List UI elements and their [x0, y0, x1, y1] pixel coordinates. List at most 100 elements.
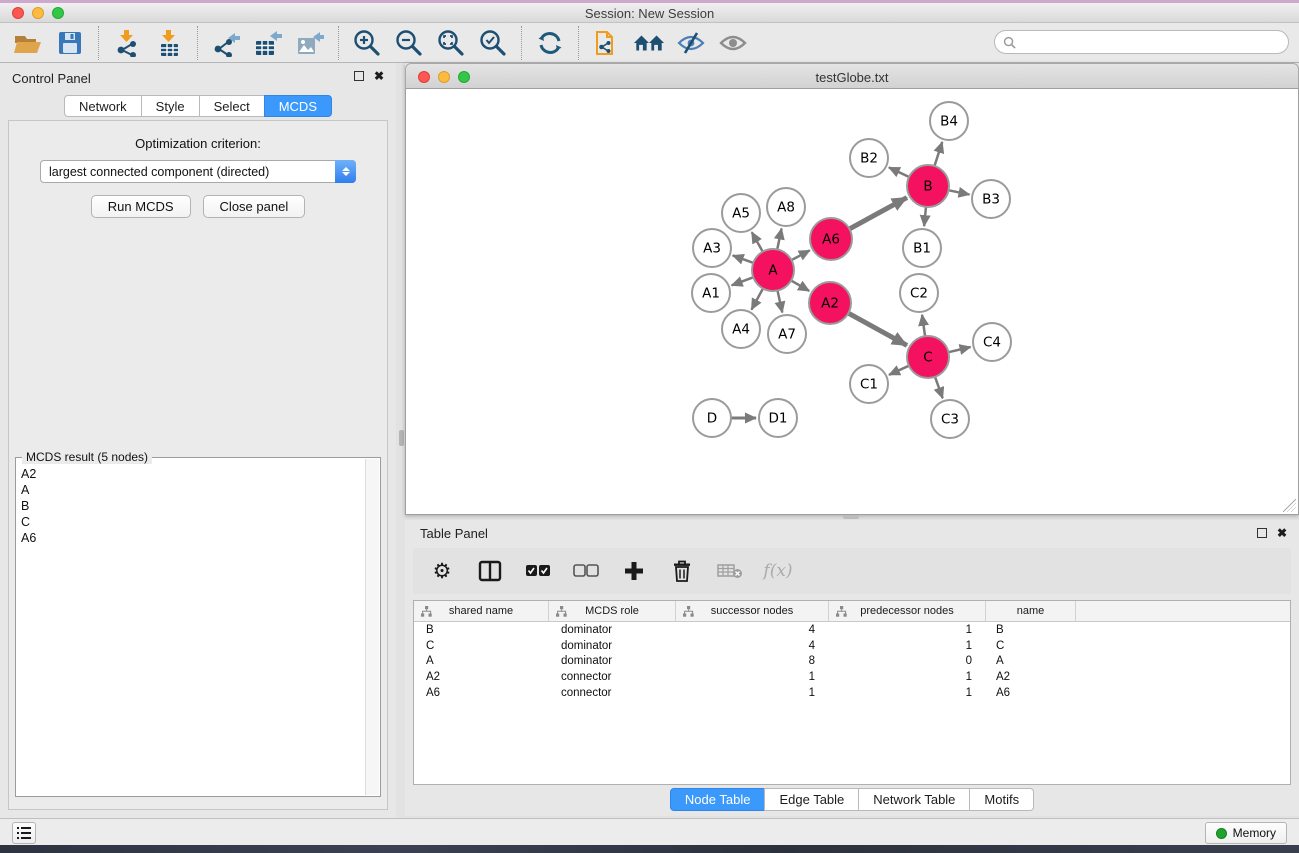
- graph-edge[interactable]: [947, 347, 970, 352]
- graph-edge[interactable]: [889, 365, 910, 375]
- tab-motifs[interactable]: Motifs: [969, 788, 1034, 811]
- import-table-button[interactable]: [153, 27, 185, 59]
- control-panel: Control Panel ✖ Network Style Select MCD…: [0, 63, 396, 818]
- list-item[interactable]: B: [21, 498, 365, 514]
- graph-edge[interactable]: [751, 288, 763, 310]
- column-header-shared-name[interactable]: shared name: [414, 601, 549, 621]
- network-window-titlebar[interactable]: testGlobe.txt: [405, 63, 1299, 89]
- graph-node-label: C4: [983, 335, 1001, 351]
- list-item[interactable]: A: [21, 482, 365, 498]
- graph-edge[interactable]: [777, 229, 782, 251]
- tab-network[interactable]: Network: [64, 95, 142, 117]
- network-file-icon: [593, 28, 621, 58]
- close-panel-button[interactable]: Close panel: [203, 195, 306, 218]
- result-scrollbar[interactable]: [365, 459, 379, 795]
- vertical-splitter-handle[interactable]: [399, 430, 404, 446]
- tab-select[interactable]: Select: [199, 95, 265, 117]
- main-titlebar: Session: New Session: [0, 3, 1299, 23]
- zoom-selected-button[interactable]: [477, 27, 509, 59]
- table-row[interactable]: A2 connector 1 1 A2: [414, 669, 1290, 685]
- open-session-button[interactable]: [12, 27, 44, 59]
- select-all-button[interactable]: [525, 558, 551, 584]
- graph-edge[interactable]: [889, 167, 910, 177]
- list-item[interactable]: A6: [21, 530, 365, 546]
- eye-icon: [718, 31, 748, 55]
- open-folder-icon: [13, 30, 43, 56]
- close-panel-icon[interactable]: ✖: [374, 71, 384, 81]
- tab-node-table[interactable]: Node Table: [670, 788, 766, 811]
- delete-table-button[interactable]: [717, 558, 743, 584]
- tab-mcds[interactable]: MCDS: [264, 95, 332, 117]
- tab-network-table[interactable]: Network Table: [858, 788, 970, 811]
- delete-column-button[interactable]: [669, 558, 695, 584]
- graph-edge[interactable]: [849, 198, 907, 230]
- fx-icon: f(x): [763, 561, 792, 581]
- horizontal-splitter-handle[interactable]: [843, 515, 859, 519]
- show-task-history-button[interactable]: [12, 822, 36, 844]
- table-row[interactable]: A6 connector 1 1 A6: [414, 685, 1290, 701]
- node-table[interactable]: shared name MCDS role successor nodes pr…: [413, 600, 1291, 785]
- list-item[interactable]: C: [21, 514, 365, 530]
- run-mcds-button[interactable]: Run MCDS: [91, 195, 191, 218]
- optimization-criterion-label: Optimization criterion:: [9, 136, 387, 151]
- graph-edge[interactable]: [935, 376, 943, 398]
- export-image-button[interactable]: [294, 27, 326, 59]
- unchecked-boxes-icon: [573, 564, 599, 578]
- network-canvas[interactable]: AA6A2BCA1A3A4A5A7A8B1B2B3B4C1C2C3C4DD1: [405, 89, 1299, 515]
- table-row[interactable]: B dominator 4 1 B: [414, 622, 1290, 638]
- list-item[interactable]: A2: [21, 466, 365, 482]
- graph-edge[interactable]: [732, 277, 755, 285]
- search-input[interactable]: [994, 30, 1289, 54]
- resize-grip[interactable]: [1283, 499, 1296, 512]
- mcds-panel-body: Optimization criterion: largest connecte…: [8, 120, 388, 810]
- function-builder-button[interactable]: f(x): [765, 558, 791, 584]
- graph-edge[interactable]: [922, 315, 925, 337]
- deselect-all-button[interactable]: [573, 558, 599, 584]
- mcds-result-list[interactable]: A2 A B C A6: [17, 464, 365, 795]
- float-panel-icon[interactable]: [354, 71, 364, 81]
- graph-edge[interactable]: [790, 280, 809, 291]
- column-header-successor-nodes[interactable]: successor nodes: [676, 601, 829, 621]
- hide-panels-button[interactable]: [675, 27, 707, 59]
- show-panels-button[interactable]: [717, 27, 749, 59]
- tab-style[interactable]: Style: [141, 95, 200, 117]
- new-network-from-file-button[interactable]: [591, 27, 623, 59]
- criterion-dropdown[interactable]: largest connected component (directed): [40, 160, 356, 183]
- home-button[interactable]: [633, 27, 665, 59]
- import-network-button[interactable]: [111, 27, 143, 59]
- graph-edge[interactable]: [948, 190, 970, 195]
- export-network-button[interactable]: [210, 27, 242, 59]
- graph-edge[interactable]: [791, 250, 810, 260]
- save-session-button[interactable]: [54, 27, 86, 59]
- graph-edge[interactable]: [848, 313, 907, 346]
- hierarchy-icon: [556, 606, 567, 617]
- table-row[interactable]: C dominator 4 1 C: [414, 638, 1290, 654]
- graph-edge[interactable]: [733, 255, 754, 263]
- zoom-in-button[interactable]: [351, 27, 383, 59]
- search-text-field[interactable]: [1021, 35, 1288, 49]
- tab-edge-table[interactable]: Edge Table: [764, 788, 859, 811]
- graph-edge[interactable]: [777, 290, 782, 313]
- column-header-name[interactable]: name: [986, 601, 1076, 621]
- table-options-button[interactable]: ⚙: [429, 558, 455, 584]
- graph-node-label: A8: [777, 200, 795, 216]
- float-table-panel-icon[interactable]: [1257, 528, 1267, 538]
- graph-edge[interactable]: [752, 232, 763, 252]
- add-column-button[interactable]: [621, 558, 647, 584]
- close-table-panel-icon[interactable]: ✖: [1277, 528, 1287, 538]
- graph-node-label: B4: [940, 114, 958, 130]
- column-header-mcds-role[interactable]: MCDS role: [549, 601, 676, 621]
- column-visibility-button[interactable]: [477, 558, 503, 584]
- zoom-out-button[interactable]: [393, 27, 425, 59]
- column-header-predecessor-nodes[interactable]: predecessor nodes: [829, 601, 986, 621]
- table-row[interactable]: A dominator 8 0 A: [414, 653, 1290, 669]
- criterion-value: largest connected component (directed): [41, 165, 335, 179]
- graph-edge[interactable]: [924, 206, 926, 226]
- graph-edge[interactable]: [934, 142, 942, 167]
- mcds-result-group: MCDS result (5 nodes) A2 A B C A6: [15, 457, 381, 797]
- memory-button[interactable]: Memory: [1205, 822, 1287, 844]
- save-disk-icon: [57, 30, 83, 56]
- zoom-fit-button[interactable]: [435, 27, 467, 59]
- refresh-button[interactable]: [534, 27, 566, 59]
- export-table-button[interactable]: [252, 27, 284, 59]
